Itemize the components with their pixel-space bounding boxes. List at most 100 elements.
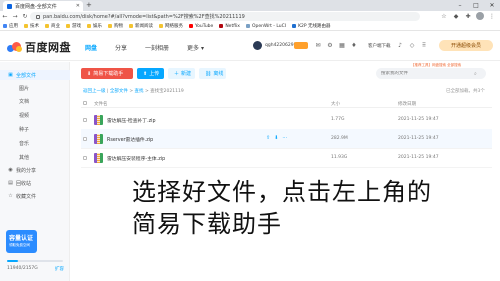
- bookmark-apps[interactable]: 应用: [3, 23, 18, 29]
- tutorial-caption: 选择好文件，点击左上角的 简易下载助手: [132, 176, 462, 240]
- folder-icon: ▣: [8, 72, 13, 78]
- avatar[interactable]: [253, 41, 262, 50]
- offline-download-button[interactable]: ⛓ 离线: [199, 68, 226, 79]
- browser-menu-icon[interactable]: ⋮: [488, 12, 496, 20]
- file-name[interactable]: Rserver雷达插件.zip: [107, 136, 153, 143]
- reload-icon[interactable]: ↻: [20, 13, 30, 20]
- bookmark-youtube[interactable]: YouTube: [189, 24, 213, 29]
- profile-avatar[interactable]: [476, 12, 484, 20]
- client-download-link[interactable]: 客户端下载: [368, 43, 391, 49]
- column-header-time[interactable]: 修改日期: [398, 101, 416, 107]
- forward-icon[interactable]: →: [10, 13, 20, 20]
- download-helper-button[interactable]: ⬇ 简易下载助手: [81, 68, 133, 79]
- file-time: 2021-11-25 19:47: [398, 136, 439, 141]
- zip-file-icon: [94, 153, 103, 163]
- mail-icon[interactable]: ✉: [314, 42, 322, 50]
- grid-apps-icon[interactable]: ▦: [338, 42, 346, 50]
- nav-album[interactable]: 一刻相册: [145, 43, 169, 52]
- vip-badge[interactable]: [294, 42, 308, 49]
- share-icon[interactable]: ⇪: [266, 135, 270, 141]
- nav-share[interactable]: 分享: [115, 43, 127, 52]
- bookmark-router[interactable]: K2P 无线路由器: [292, 23, 331, 29]
- search-icon[interactable]: ⌕: [474, 71, 477, 77]
- file-name[interactable]: 雷达解压-检查补丁.zip: [107, 117, 156, 124]
- search-box[interactable]: ⌕: [376, 68, 486, 79]
- table-row[interactable]: 雷达解压-检查补丁.zip 1.77G 2021-11-25 19:47: [81, 110, 492, 130]
- row-checkbox[interactable]: [83, 118, 87, 122]
- breadcrumb-back[interactable]: 返回上一级: [83, 89, 106, 94]
- sidebar-item-others[interactable]: 其他: [0, 152, 70, 162]
- row-checkbox[interactable]: [83, 137, 87, 141]
- settings-icon[interactable]: ⚙: [326, 42, 334, 50]
- expand-storage-link[interactable]: 扩容: [55, 266, 64, 272]
- row-actions: ⇪ ⬇ ⋯: [266, 135, 287, 141]
- upload-button[interactable]: ⬆ 上传: [137, 68, 164, 79]
- file-time: 2021-11-25 19:47: [398, 117, 439, 122]
- bookmark-folder[interactable]: 技术: [24, 23, 39, 29]
- bell-icon[interactable]: ♪: [396, 42, 404, 50]
- column-header-size[interactable]: 大小: [331, 101, 340, 107]
- bookmark-folder[interactable]: 商业: [45, 23, 60, 29]
- sidebar-item-favorites[interactable]: ☆ 收藏文件: [0, 191, 70, 201]
- breadcrumb-folder[interactable]: 查找: [135, 89, 144, 94]
- table-row[interactable]: 雷达解压安装程序-主体.zip 11.93G 2021-11-25 19:47: [81, 148, 492, 168]
- sidebar-item-all-files[interactable]: ▣ 全部文件: [0, 70, 70, 80]
- select-all-checkbox[interactable]: [83, 101, 87, 105]
- sidebar: ▣ 全部文件 图片 文档 视频 种子 音乐 其他 ◉ 我的分享 ▤ 回收站 ☆ …: [0, 62, 70, 281]
- folder-icon: [129, 24, 133, 28]
- address-bar[interactable]: pan.baidu.com/disk/home?#/all?vmode=list…: [30, 12, 420, 21]
- menu-grid-icon[interactable]: ⠿: [420, 42, 428, 50]
- row-checkbox[interactable]: [83, 156, 87, 160]
- sidebar-item-torrents[interactable]: 种子: [0, 124, 70, 134]
- table-row[interactable]: Rserver雷达插件.zip ⇪ ⬇ ⋯ 282.9M 2021-11-25 …: [81, 129, 492, 149]
- download-icon[interactable]: ⬇: [274, 135, 278, 141]
- shirt-icon[interactable]: ♦: [350, 42, 358, 50]
- minimize-icon[interactable]: –: [452, 0, 468, 11]
- nav-more[interactable]: 更多 ▾: [187, 43, 204, 52]
- sidebar-item-images[interactable]: 图片: [0, 83, 70, 93]
- sidebar-item-recycle-bin[interactable]: ▤ 回收站: [0, 178, 70, 188]
- baidu-pan-logo[interactable]: 百度网盘: [7, 39, 71, 55]
- file-size: 11.93G: [331, 155, 348, 160]
- bookmark-folder[interactable]: 娱乐: [87, 23, 102, 29]
- extension-icon[interactable]: ◆: [452, 12, 460, 20]
- window-close-icon[interactable]: ✕: [484, 0, 500, 11]
- extensions-puzzle-icon[interactable]: ✚: [464, 12, 472, 20]
- zip-file-icon: [94, 115, 103, 125]
- bookmark-folder[interactable]: 新闻阅读: [129, 23, 153, 29]
- storage-quota-fill: [7, 260, 19, 262]
- breadcrumb-all-files[interactable]: 全部文件: [110, 89, 128, 94]
- tab-title: 百度网盘-全部文件: [15, 3, 57, 10]
- sidebar-item-my-share[interactable]: ◉ 我的分享: [0, 165, 70, 175]
- search-input[interactable]: [381, 71, 471, 76]
- bookmark-openwrt[interactable]: OpenWrt - LuCI: [245, 24, 286, 29]
- sidebar-item-docs[interactable]: 文档: [0, 96, 70, 106]
- main-nav: 网盘 分享 一刻相册 更多 ▾: [85, 43, 204, 52]
- bookmark-netflix[interactable]: Netflix: [219, 24, 240, 29]
- bookmark-folder[interactable]: 网络服务: [159, 23, 183, 29]
- link-icon: ⛓: [205, 70, 212, 77]
- browser-tab-strip: 百度网盘-全部文件 ✕ + – □ ✕: [0, 0, 500, 11]
- table-header: 文件名 大小 修改日期: [81, 99, 492, 108]
- maximize-icon[interactable]: □: [468, 0, 484, 11]
- bookmark-folder[interactable]: 购物: [108, 23, 123, 29]
- capacity-auth-card[interactable]: 容量认证 领取免费空间: [6, 230, 37, 253]
- sidebar-item-music[interactable]: 音乐: [0, 138, 70, 148]
- file-name[interactable]: 雷达解压安装程序-主体.zip: [107, 155, 165, 162]
- open-vip-button[interactable]: 开通超级会员: [439, 40, 493, 51]
- bookmark-folder[interactable]: 游戏: [66, 23, 81, 29]
- back-icon[interactable]: ←: [0, 13, 10, 20]
- star-bookmark-icon[interactable]: ☆: [440, 12, 448, 20]
- more-icon[interactable]: ⋯: [282, 135, 287, 141]
- action-toolbar: ⬇ 简易下载助手 ⬆ 上传 ＋ 新建 ⛓ 离线: [81, 68, 226, 79]
- url-text: pan.baidu.com/disk/home?#/all?vmode=list…: [43, 14, 245, 20]
- sidebar-item-videos[interactable]: 视频: [0, 110, 70, 120]
- column-header-name[interactable]: 文件名: [94, 101, 108, 107]
- new-tab-icon[interactable]: +: [86, 1, 92, 9]
- new-folder-button[interactable]: ＋ 新建: [168, 68, 195, 79]
- shirt-skin-icon[interactable]: ◇: [408, 42, 416, 50]
- nav-pan[interactable]: 网盘: [85, 43, 97, 52]
- browser-tab[interactable]: 百度网盘-全部文件 ✕: [3, 1, 83, 11]
- youtube-icon: [189, 24, 193, 28]
- tab-close-icon[interactable]: ✕: [76, 3, 80, 9]
